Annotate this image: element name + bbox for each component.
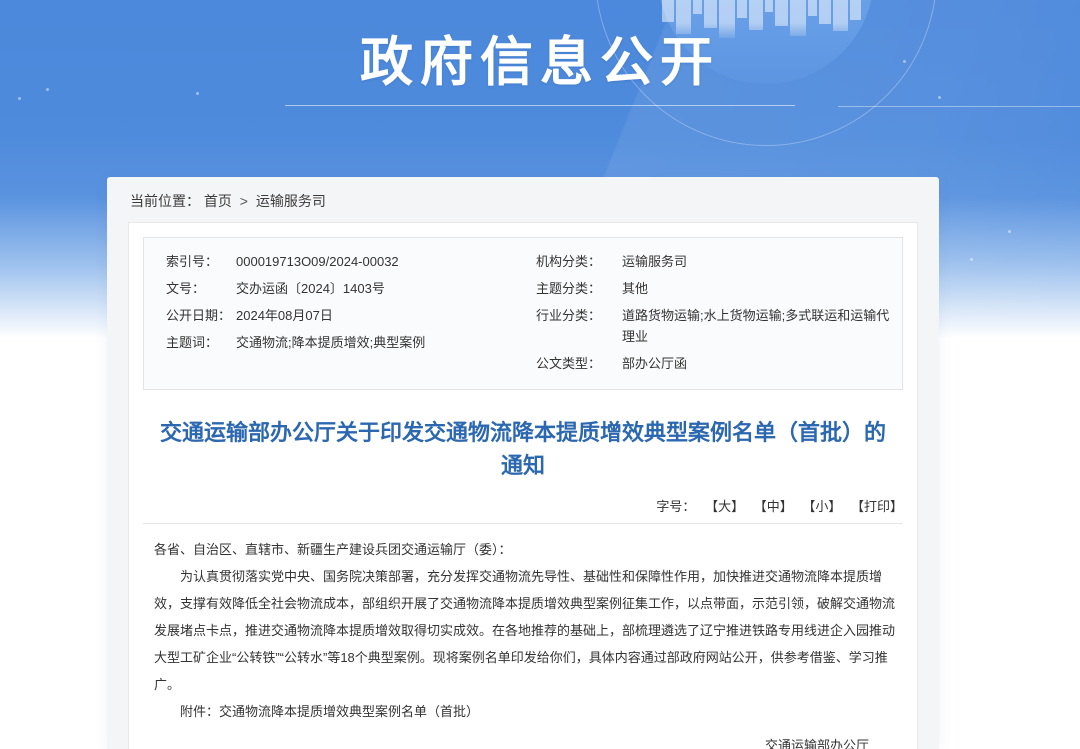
breadcrumb-current-link[interactable]: 运输服务司 [256,193,326,209]
meta-row-industry-class: 行业分类： 道路货物运输;水上货物运输;多式联运和运输代理业 [530,302,902,350]
meta-row-topic-class: 主题分类： 其他 [530,275,902,302]
document-body: 各省、自治区、直辖市、新疆生产建设兵团交通运输厅（委）： 为认真贯彻落实党中央、… [154,536,895,749]
breadcrumb: 当前位置： 首页 > 运输服务司 [107,177,939,222]
document-box: 索引号： 000019713O09/2024-00032 文号： 交办运函〔20… [128,222,918,749]
sparkle-dot [970,258,973,261]
meta-row-publish-date: 公开日期： 2024年08月07日 [144,302,524,329]
breadcrumb-home-link[interactable]: 首页 [204,193,232,209]
meta-row-doc-type: 公文类型： 部办公厅函 [530,350,902,377]
meta-row-keywords: 主题词： 交通物流;降本提质增效;典型案例 [144,329,524,356]
print-button[interactable]: 【打印】 [851,499,903,514]
attachment-line: 附件：交通物流降本提质增效典型案例名单（首批） [154,698,895,725]
signer: 交通运输部办公厅 [154,732,895,749]
font-size-medium-button[interactable]: 【中】 [754,499,793,514]
banner-accent-line [838,106,1080,107]
font-size-small-button[interactable]: 【小】 [802,499,841,514]
document-title: 交通运输部办公厅关于印发交通物流降本提质增效典型案例名单（首批）的通知 [159,416,887,482]
meta-row-agency: 机构分类： 运输服务司 [530,248,902,275]
font-size-large-button[interactable]: 【大】 [705,499,744,514]
metadata-right-column: 机构分类： 运输服务司 主题分类： 其他 行业分类： 道路货物运输;水上货物运输… [524,248,902,377]
breadcrumb-separator: > [240,193,248,209]
metadata-left-column: 索引号： 000019713O09/2024-00032 文号： 交办运函〔20… [144,248,524,377]
font-size-label: 字号： [656,499,695,514]
meta-row-index-no: 索引号： 000019713O09/2024-00032 [144,248,524,275]
font-size-controls: 字号： 【大】 【中】 【小】 【打印】 [143,496,903,524]
banner: 政府信息公开 [0,0,1080,106]
page-title: 政府信息公开 [0,30,1080,96]
metadata-table: 索引号： 000019713O09/2024-00032 文号： 交办运函〔20… [143,237,903,390]
meta-row-doc-no: 文号： 交办运函〔2024〕1403号 [144,275,524,302]
content-panel: 当前位置： 首页 > 运输服务司 索引号： 000019713O09/2024-… [107,177,939,749]
body-paragraph: 为认真贯彻落实党中央、国务院决策部署，充分发挥交通物流先导性、基础性和保障性作用… [154,563,895,698]
salutation: 各省、自治区、直辖市、新疆生产建设兵团交通运输厅（委）： [154,536,895,563]
title-underline [285,105,795,106]
breadcrumb-label: 当前位置： [130,193,200,209]
sparkle-dot [1008,230,1011,233]
